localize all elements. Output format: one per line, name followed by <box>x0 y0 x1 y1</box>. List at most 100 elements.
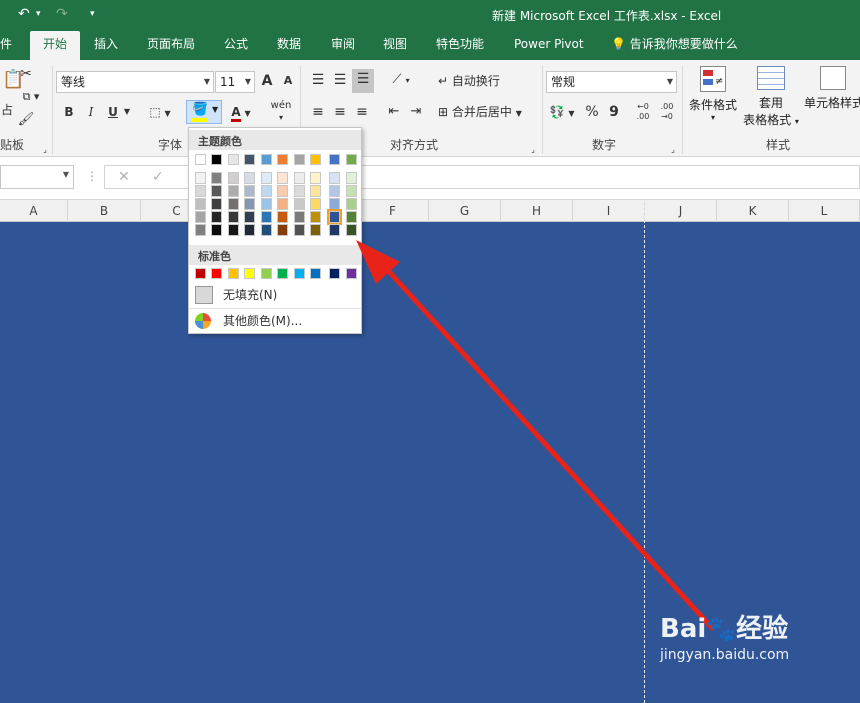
theme-shade-swatch[interactable] <box>294 185 305 197</box>
theme-shade-swatch[interactable] <box>277 224 288 236</box>
column-header-i[interactable]: I <box>573 200 645 222</box>
theme-color-swatch[interactable] <box>329 154 340 165</box>
theme-shade-swatch[interactable] <box>294 198 305 210</box>
borders-button[interactable]: ⬚ ▼ <box>146 102 174 124</box>
theme-shade-swatch[interactable] <box>277 185 288 197</box>
theme-shade-swatch[interactable] <box>346 185 357 197</box>
theme-shade-swatch[interactable] <box>329 185 340 197</box>
standard-color-swatch[interactable] <box>195 268 206 279</box>
font-name-combo[interactable]: 等线 ▼ <box>56 71 214 93</box>
enter-icon[interactable]: ✓ <box>152 169 164 185</box>
theme-shade-swatch[interactable] <box>294 211 305 223</box>
theme-shade-swatch[interactable] <box>329 198 340 210</box>
align-center-icon[interactable]: ≡ <box>332 102 348 124</box>
tab-data[interactable]: 数据 <box>277 31 301 60</box>
theme-shade-swatch[interactable] <box>346 211 357 223</box>
quick-access-more[interactable]: ▾ <box>90 9 95 19</box>
name-box[interactable]: ▼ <box>0 165 74 189</box>
theme-shade-swatch[interactable] <box>261 185 272 197</box>
redo-button[interactable]: ↷ <box>56 6 68 22</box>
standard-color-swatch[interactable] <box>244 268 255 279</box>
undo-dropdown[interactable]: ▾ <box>36 9 41 19</box>
theme-shade-swatch[interactable] <box>261 198 272 210</box>
theme-shade-swatch[interactable] <box>329 224 340 236</box>
chevron-down-icon[interactable]: ▼ <box>122 102 132 124</box>
cut-icon[interactable]: ✂ <box>16 64 36 86</box>
undo-button[interactable]: ↶ <box>18 6 30 22</box>
theme-shade-swatch[interactable] <box>195 224 206 236</box>
cell-styles-button[interactable]: 单元格样式 <box>804 66 860 136</box>
standard-color-swatch[interactable] <box>329 268 340 279</box>
standard-color-swatch[interactable] <box>211 268 222 279</box>
orientation-icon[interactable]: ⟋ ▾ <box>386 70 416 92</box>
column-header-h[interactable]: H <box>501 200 573 222</box>
standard-color-swatch[interactable] <box>261 268 272 279</box>
format-painter-icon[interactable]: 🖌 <box>16 110 36 132</box>
tab-power-pivot[interactable]: Power Pivot <box>514 31 584 60</box>
theme-shade-swatch[interactable] <box>294 172 305 184</box>
theme-shade-swatch[interactable] <box>261 211 272 223</box>
theme-shade-swatch[interactable] <box>346 198 357 210</box>
theme-shade-swatch[interactable] <box>211 198 222 210</box>
tab-file[interactable]: 件 <box>0 31 14 60</box>
tab-special[interactable]: 特色功能 <box>436 31 484 60</box>
font-size-combo[interactable]: 11 ▼ <box>215 71 255 93</box>
theme-shade-swatch[interactable] <box>228 185 239 197</box>
theme-shade-swatch[interactable] <box>195 211 206 223</box>
theme-shade-swatch[interactable] <box>211 211 222 223</box>
copy-icon[interactable]: ⧉ ▾ <box>16 87 46 109</box>
theme-shade-swatch[interactable] <box>310 172 321 184</box>
theme-color-swatch[interactable] <box>310 154 321 165</box>
theme-shade-swatch[interactable] <box>195 198 206 210</box>
theme-shade-swatch[interactable] <box>346 172 357 184</box>
conditional-format-button[interactable]: ≠ 条件格式 ▾ <box>688 66 738 136</box>
standard-color-swatch[interactable] <box>346 268 357 279</box>
align-top-icon[interactable]: ☰ <box>310 70 326 92</box>
phonetic-button[interactable]: wén ▾ <box>266 100 296 122</box>
theme-shade-swatch[interactable] <box>277 211 288 223</box>
theme-shade-swatch[interactable] <box>346 224 357 236</box>
theme-shade-swatch[interactable] <box>244 224 255 236</box>
theme-color-swatch[interactable] <box>277 154 288 165</box>
theme-color-swatch[interactable] <box>228 154 239 165</box>
standard-color-swatch[interactable] <box>310 268 321 279</box>
increase-decimal-button[interactable]: ←0 .00 <box>632 102 654 124</box>
theme-shade-swatch[interactable] <box>244 172 255 184</box>
paste-label[interactable]: 占 <box>0 100 14 122</box>
theme-shade-swatch[interactable] <box>228 172 239 184</box>
decrease-indent-icon[interactable]: ⇤ <box>386 102 402 124</box>
tab-home[interactable]: 开始 <box>30 31 80 60</box>
standard-color-swatch[interactable] <box>277 268 288 279</box>
theme-shade-swatch[interactable] <box>195 172 206 184</box>
percent-button[interactable]: % <box>584 102 600 124</box>
comma-button[interactable]: 9 <box>606 102 622 124</box>
number-format-combo[interactable]: 常规 ▼ <box>546 71 677 93</box>
increase-indent-icon[interactable]: ⇥ <box>408 102 424 124</box>
column-header-a[interactable]: A <box>0 200 68 222</box>
tab-page-layout[interactable]: 页面布局 <box>147 31 195 60</box>
align-bottom-icon[interactable]: ☰ <box>352 69 374 93</box>
theme-shade-swatch[interactable] <box>211 185 222 197</box>
tell-me-box[interactable]: 💡 告诉我你想要做什么 <box>611 31 738 60</box>
wrap-text-button[interactable]: ↵ 自动换行 <box>438 71 508 93</box>
column-header-l[interactable]: L <box>789 200 860 222</box>
tab-formulas[interactable]: 公式 <box>224 31 248 60</box>
theme-color-swatch[interactable] <box>346 154 357 165</box>
theme-shade-swatch[interactable] <box>228 198 239 210</box>
align-left-icon[interactable]: ≡ <box>310 102 326 124</box>
theme-color-swatch[interactable] <box>244 154 255 165</box>
standard-color-swatch[interactable] <box>294 268 305 279</box>
standard-color-swatch[interactable] <box>228 268 239 279</box>
more-colors-item[interactable]: 其他颜色(M)... <box>189 309 361 333</box>
cancel-icon[interactable]: ✕ <box>118 169 130 185</box>
theme-shade-swatch[interactable] <box>261 172 272 184</box>
format-as-table-button[interactable]: 套用 表格格式 ▾ <box>740 66 802 136</box>
theme-shade-swatch[interactable] <box>211 224 222 236</box>
theme-shade-swatch[interactable] <box>310 185 321 197</box>
tab-view[interactable]: 视图 <box>383 31 407 60</box>
fill-color-button[interactable]: 🪣 ▼ <box>186 100 222 124</box>
merge-center-button[interactable]: ⊞ 合并后居中 ▼ <box>438 102 538 124</box>
shrink-font-button[interactable]: A <box>280 71 296 93</box>
theme-shade-swatch[interactable] <box>244 211 255 223</box>
theme-shade-swatch[interactable] <box>244 198 255 210</box>
